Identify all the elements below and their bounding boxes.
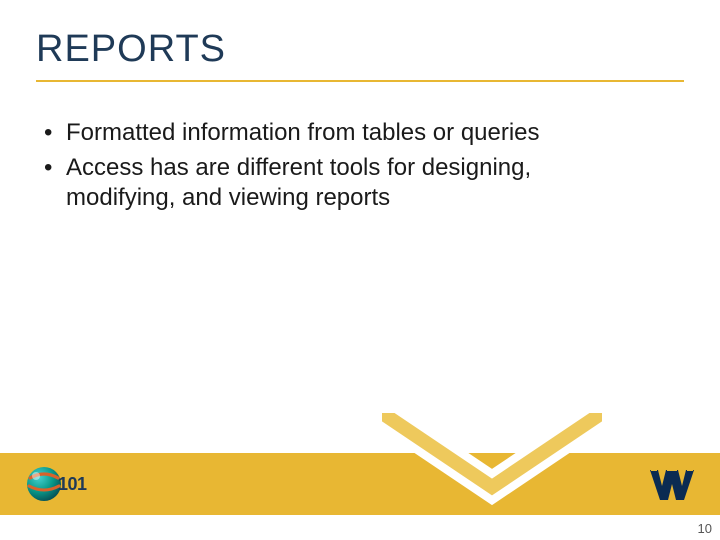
slide: REPORTS Formatted information from table… bbox=[0, 0, 720, 540]
slide-title: REPORTS bbox=[36, 28, 226, 71]
bullet-item: Access has are different tools for desig… bbox=[40, 153, 640, 214]
page-number: 10 bbox=[698, 521, 712, 536]
footer-band: 101 bbox=[0, 453, 720, 515]
title-underline bbox=[36, 80, 684, 82]
slide-content: Formatted information from tables or que… bbox=[40, 118, 640, 218]
bullet-item: Formatted information from tables or que… bbox=[40, 118, 640, 149]
logo-101-text: 101 bbox=[58, 474, 87, 495]
wv-logo-icon bbox=[648, 464, 696, 504]
cs101-logo: 101 bbox=[24, 464, 87, 504]
chevron-down-icon bbox=[382, 413, 602, 531]
